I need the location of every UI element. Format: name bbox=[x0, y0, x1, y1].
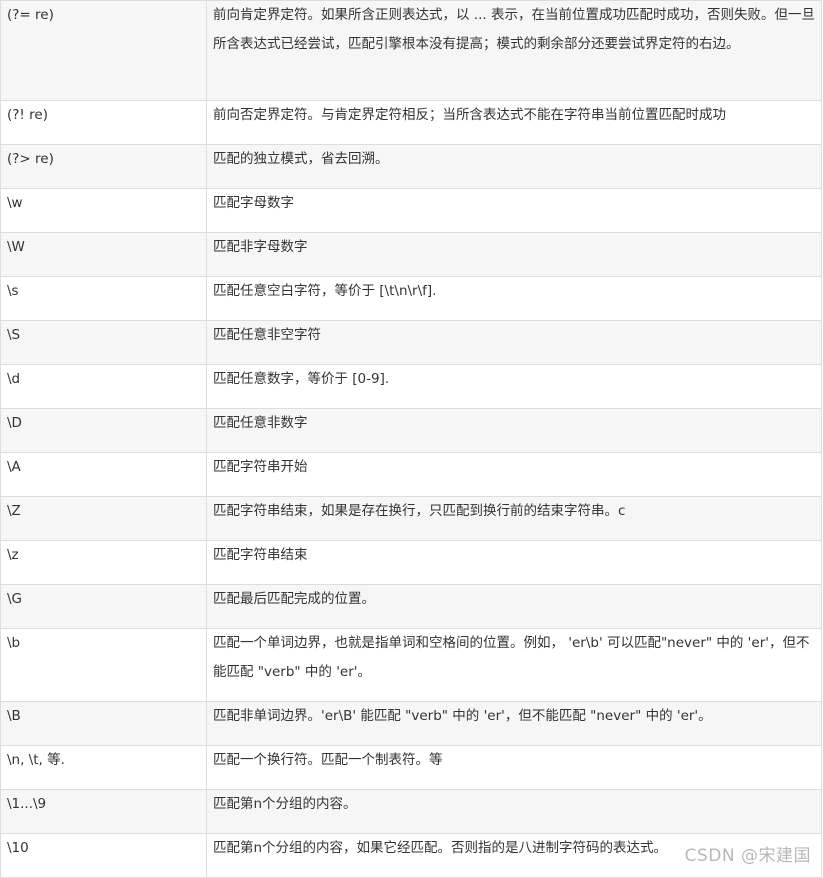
table-row: \A 匹配字符串开始 bbox=[0, 452, 822, 497]
table-row: \B 匹配非单词边界。'er\B' 能匹配 "verb" 中的 'er'，但不能… bbox=[0, 701, 822, 746]
pattern-cell: (?> re) bbox=[0, 144, 207, 189]
description-cell: 匹配第n个分组的内容，如果它经匹配。否则指的是八进制字符码的表达式。 bbox=[206, 833, 822, 878]
description-text: 匹配字符串结束，如果是存在换行，只匹配到换行前的结束字符串。c bbox=[213, 503, 626, 519]
description-cell: 前向肯定界定符。如果所含正则表达式，以 ... 表示，在当前位置成功匹配时成功，… bbox=[206, 0, 822, 101]
pattern-text: (?> re) bbox=[7, 151, 54, 167]
pattern-text: \d bbox=[7, 371, 21, 387]
description-text: 匹配任意空白字符，等价于 [\t\n\r\f]. bbox=[213, 283, 437, 299]
description-cell: 匹配任意空白字符，等价于 [\t\n\r\f]. bbox=[206, 276, 822, 321]
description-cell: 匹配非字母数字 bbox=[206, 232, 822, 277]
table-row: \D 匹配任意非数字 bbox=[0, 408, 822, 453]
description-cell: 匹配的独立模式，省去回溯。 bbox=[206, 144, 822, 189]
pattern-cell: \W bbox=[0, 232, 207, 277]
pattern-text: (?= re) bbox=[7, 7, 54, 23]
pattern-text: \w bbox=[7, 195, 23, 211]
description-cell: 匹配字母数字 bbox=[206, 188, 822, 233]
pattern-text: \s bbox=[7, 283, 19, 299]
pattern-text: \b bbox=[7, 635, 21, 651]
description-text: 匹配第n个分组的内容。 bbox=[213, 796, 357, 812]
table-row: \Z 匹配字符串结束，如果是存在换行，只匹配到换行前的结束字符串。c bbox=[0, 496, 822, 541]
description-cell: 匹配字符串结束 bbox=[206, 540, 822, 585]
pattern-cell: \G bbox=[0, 584, 207, 629]
table-row: (?! re) 前向否定界定符。与肯定界定符相反；当所含表达式不能在字符串当前位… bbox=[0, 100, 822, 145]
description-cell: 匹配任意非数字 bbox=[206, 408, 822, 453]
regex-reference-table: (?= re) 前向肯定界定符。如果所含正则表达式，以 ... 表示，在当前位置… bbox=[0, 0, 822, 878]
pattern-text: \D bbox=[7, 415, 22, 431]
pattern-text: (?! re) bbox=[7, 107, 48, 123]
description-text: 匹配任意非数字 bbox=[213, 415, 308, 431]
pattern-cell: \A bbox=[0, 452, 207, 497]
description-cell: 匹配最后匹配完成的位置。 bbox=[206, 584, 822, 629]
description-text: 前向否定界定符。与肯定界定符相反；当所含表达式不能在字符串当前位置匹配时成功 bbox=[213, 107, 726, 123]
pattern-cell: \w bbox=[0, 188, 207, 233]
pattern-cell: (?! re) bbox=[0, 100, 207, 145]
description-text: 匹配一个换行符。匹配一个制表符。等 bbox=[213, 752, 443, 768]
description-text: 匹配非字母数字 bbox=[213, 239, 308, 255]
description-cell: 匹配一个换行符。匹配一个制表符。等 bbox=[206, 745, 822, 790]
pattern-cell: \S bbox=[0, 320, 207, 365]
pattern-cell: \z bbox=[0, 540, 207, 585]
pattern-text: \z bbox=[7, 547, 19, 563]
table-row: \S 匹配任意非空字符 bbox=[0, 320, 822, 365]
pattern-text: \10 bbox=[7, 840, 29, 856]
pattern-text: \1...\9 bbox=[7, 796, 47, 812]
table-row: \w 匹配字母数字 bbox=[0, 188, 822, 233]
description-text: 匹配任意非空字符 bbox=[213, 327, 321, 343]
pattern-cell: \b bbox=[0, 628, 207, 702]
description-cell: 匹配任意非空字符 bbox=[206, 320, 822, 365]
table-row: \s 匹配任意空白字符，等价于 [\t\n\r\f]. bbox=[0, 276, 822, 321]
table-row: \1...\9 匹配第n个分组的内容。 bbox=[0, 789, 822, 834]
description-text: 匹配一个单词边界，也就是指单词和空格间的位置。例如， 'er\b' 可以匹配"n… bbox=[213, 635, 810, 680]
pattern-text: \G bbox=[7, 591, 23, 607]
table-row: \10 匹配第n个分组的内容，如果它经匹配。否则指的是八进制字符码的表达式。 bbox=[0, 833, 822, 878]
table-row: (?= re) 前向肯定界定符。如果所含正则表达式，以 ... 表示，在当前位置… bbox=[0, 0, 822, 101]
description-text: 匹配字符串开始 bbox=[213, 459, 308, 475]
description-cell: 匹配非单词边界。'er\B' 能匹配 "verb" 中的 'er'，但不能匹配 … bbox=[206, 701, 822, 746]
description-text: 匹配最后匹配完成的位置。 bbox=[213, 591, 375, 607]
pattern-cell: \d bbox=[0, 364, 207, 409]
description-text: 匹配字符串结束 bbox=[213, 547, 308, 563]
description-cell: 匹配第n个分组的内容。 bbox=[206, 789, 822, 834]
pattern-text: \Z bbox=[7, 503, 21, 519]
description-cell: 前向否定界定符。与肯定界定符相反；当所含表达式不能在字符串当前位置匹配时成功 bbox=[206, 100, 822, 145]
pattern-cell: (?= re) bbox=[0, 0, 207, 101]
table-row: \W 匹配非字母数字 bbox=[0, 232, 822, 277]
description-text: 前向肯定界定符。如果所含正则表达式，以 ... 表示，在当前位置成功匹配时成功，… bbox=[213, 7, 815, 52]
pattern-cell: \n, \t, 等. bbox=[0, 745, 207, 790]
pattern-text: \B bbox=[7, 708, 21, 724]
pattern-text: \n, \t, 等. bbox=[7, 752, 65, 768]
table-row: \b 匹配一个单词边界，也就是指单词和空格间的位置。例如， 'er\b' 可以匹… bbox=[0, 628, 822, 702]
description-cell: 匹配一个单词边界，也就是指单词和空格间的位置。例如， 'er\b' 可以匹配"n… bbox=[206, 628, 822, 702]
pattern-cell: \Z bbox=[0, 496, 207, 541]
description-text: 匹配非单词边界。'er\B' 能匹配 "verb" 中的 'er'，但不能匹配 … bbox=[213, 708, 712, 724]
pattern-text: \S bbox=[7, 327, 21, 343]
pattern-cell: \10 bbox=[0, 833, 207, 878]
description-text: 匹配字母数字 bbox=[213, 195, 294, 211]
table-row: (?> re) 匹配的独立模式，省去回溯。 bbox=[0, 144, 822, 189]
description-text: 匹配任意数字，等价于 [0-9]. bbox=[213, 371, 390, 387]
description-cell: 匹配字符串开始 bbox=[206, 452, 822, 497]
description-cell: 匹配任意数字，等价于 [0-9]. bbox=[206, 364, 822, 409]
description-cell: 匹配字符串结束，如果是存在换行，只匹配到换行前的结束字符串。c bbox=[206, 496, 822, 541]
table-body: (?= re) 前向肯定界定符。如果所含正则表达式，以 ... 表示，在当前位置… bbox=[0, 0, 822, 878]
table-row: \z 匹配字符串结束 bbox=[0, 540, 822, 585]
pattern-text: \A bbox=[7, 459, 21, 475]
description-text: 匹配第n个分组的内容，如果它经匹配。否则指的是八进制字符码的表达式。 bbox=[213, 840, 668, 856]
table-row: \n, \t, 等. 匹配一个换行符。匹配一个制表符。等 bbox=[0, 745, 822, 790]
pattern-cell: \D bbox=[0, 408, 207, 453]
pattern-cell: \B bbox=[0, 701, 207, 746]
table-row: \G 匹配最后匹配完成的位置。 bbox=[0, 584, 822, 629]
description-text: 匹配的独立模式，省去回溯。 bbox=[213, 151, 389, 167]
pattern-cell: \s bbox=[0, 276, 207, 321]
pattern-cell: \1...\9 bbox=[0, 789, 207, 834]
table-row: \d 匹配任意数字，等价于 [0-9]. bbox=[0, 364, 822, 409]
pattern-text: \W bbox=[7, 239, 25, 255]
